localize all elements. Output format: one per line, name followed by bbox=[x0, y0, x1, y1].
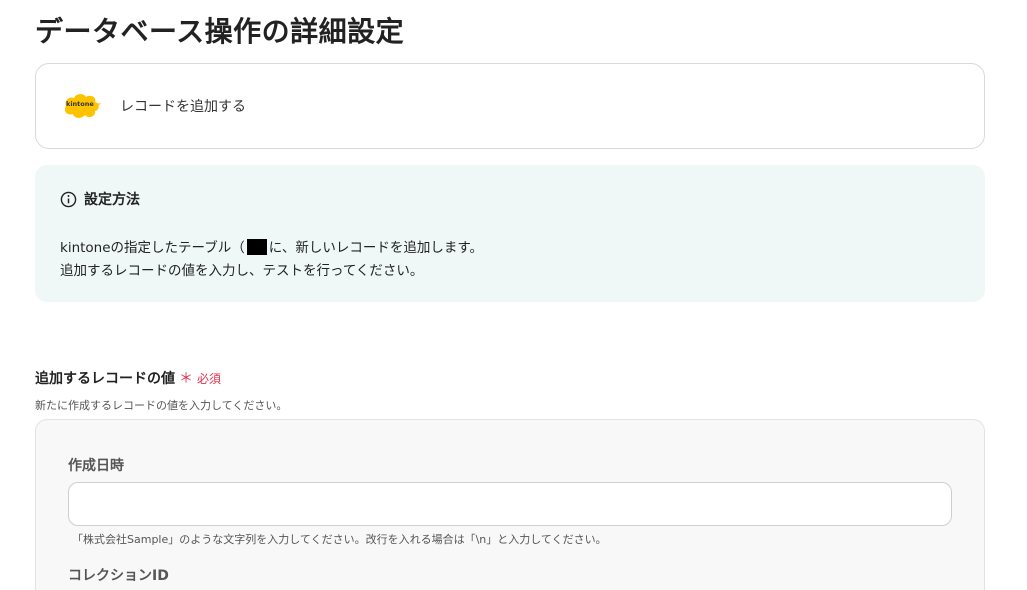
collection-id-label: コレクションID bbox=[68, 568, 169, 584]
created-at-input[interactable] bbox=[68, 482, 952, 526]
info-title: 設定方法 bbox=[84, 192, 140, 208]
page-title: データベース操作の詳細設定 bbox=[35, 15, 405, 48]
created-at-label: 作成日時 bbox=[68, 458, 124, 474]
action-card: kintone レコードを追加する bbox=[35, 63, 985, 149]
info-line1-end: に、新しいレコードを追加します。 bbox=[268, 240, 483, 256]
kintone-logo-icon: kintone bbox=[62, 91, 102, 121]
redacted-block bbox=[246, 239, 267, 255]
info-line2: 追加するレコードの値を入力し、テストを行ってください。 bbox=[60, 263, 424, 279]
required-star: ＊ bbox=[179, 371, 193, 387]
field-label-row: 追加するレコードの値 ＊ 必須 bbox=[35, 368, 221, 388]
info-box: 設定方法 kintoneの指定したテーブル（ に、新しいレコードを追加します。 追… bbox=[35, 165, 985, 302]
required-badge: 必須 bbox=[197, 371, 222, 386]
created-at-hint: 「株式会社Sample」のような文字列を入力してください。改行を入れる場合は「\… bbox=[72, 533, 607, 546]
record-fields-panel: 作成日時 「株式会社Sample」のような文字列を入力してください。改行を入れる… bbox=[35, 419, 985, 590]
field-description: 新たに作成するレコードの値を入力してください。 bbox=[35, 399, 288, 412]
info-line1-start: kintoneの指定したテーブル（ bbox=[60, 240, 245, 256]
kintone-logo-text: kintone bbox=[66, 100, 94, 108]
info-body: kintoneの指定したテーブル（ に、新しいレコードを追加します。 追加するレコ… bbox=[60, 237, 985, 283]
info-icon bbox=[60, 191, 77, 207]
action-label: レコードを追加する bbox=[120, 99, 246, 115]
field-label: 追加するレコードの値 bbox=[35, 371, 175, 387]
